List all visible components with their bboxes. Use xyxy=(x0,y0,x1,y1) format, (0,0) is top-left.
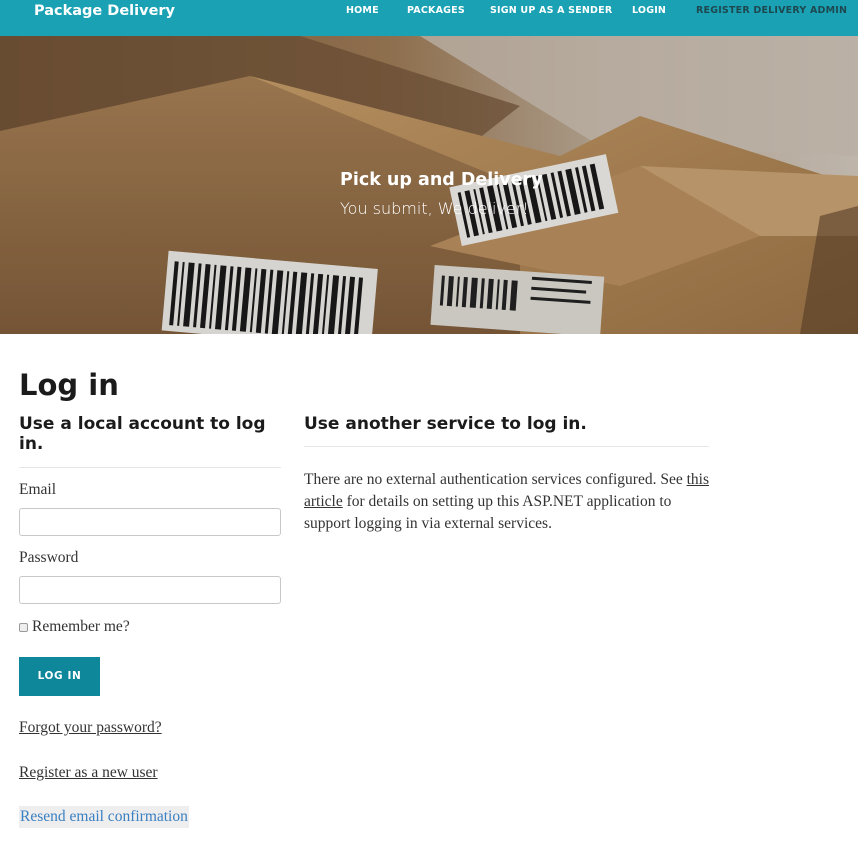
nav-register-admin-link[interactable]: REGISTER DELIVERY ADMIN xyxy=(696,5,847,16)
brand-link[interactable]: Package Delivery xyxy=(34,3,175,19)
resend-email-confirmation-link[interactable]: Resend email confirmation xyxy=(19,806,189,828)
page-title: Log in xyxy=(19,368,119,402)
password-field[interactable] xyxy=(19,576,281,604)
hero-title: Pick up and Delivery xyxy=(340,170,543,190)
password-label: Password xyxy=(19,549,79,566)
local-account-heading: Use a local account to log in. xyxy=(19,414,266,454)
email-field[interactable] xyxy=(19,508,281,536)
hero-subtitle: You submit, We deliver! xyxy=(340,199,529,218)
external-section-divider xyxy=(304,446,709,447)
external-text-after: for details on setting up this ASP.NET a… xyxy=(304,493,672,532)
remember-me-label[interactable]: Remember me? xyxy=(32,618,130,636)
register-new-user-link[interactable]: Register as a new user xyxy=(19,764,158,782)
nav-packages-link[interactable]: PACKAGES xyxy=(407,5,465,16)
local-section-divider xyxy=(19,467,281,468)
nav-sign-up-sender-link[interactable]: SIGN UP AS A SENDER xyxy=(490,5,612,16)
nav-login-link[interactable]: LOGIN xyxy=(632,5,666,16)
email-label: Email xyxy=(19,481,57,498)
local-account-heading-line2: in. xyxy=(19,434,44,454)
external-service-heading: Use another service to log in. xyxy=(304,414,587,434)
log-in-button[interactable]: LOG IN xyxy=(19,657,100,696)
local-account-heading-line1: Use a local account to log xyxy=(19,414,266,434)
external-auth-message: There are no external authentication ser… xyxy=(304,469,714,535)
top-navbar: Package Delivery HOME PACKAGES SIGN UP A… xyxy=(0,0,858,36)
nav-home-link[interactable]: HOME xyxy=(346,5,379,16)
hero-banner: Pick up and Delivery You submit, We deli… xyxy=(0,36,858,334)
external-text-before: There are no external authentication ser… xyxy=(304,471,687,488)
forgot-password-link[interactable]: Forgot your password? xyxy=(19,719,162,737)
remember-me-checkbox[interactable] xyxy=(19,623,28,632)
